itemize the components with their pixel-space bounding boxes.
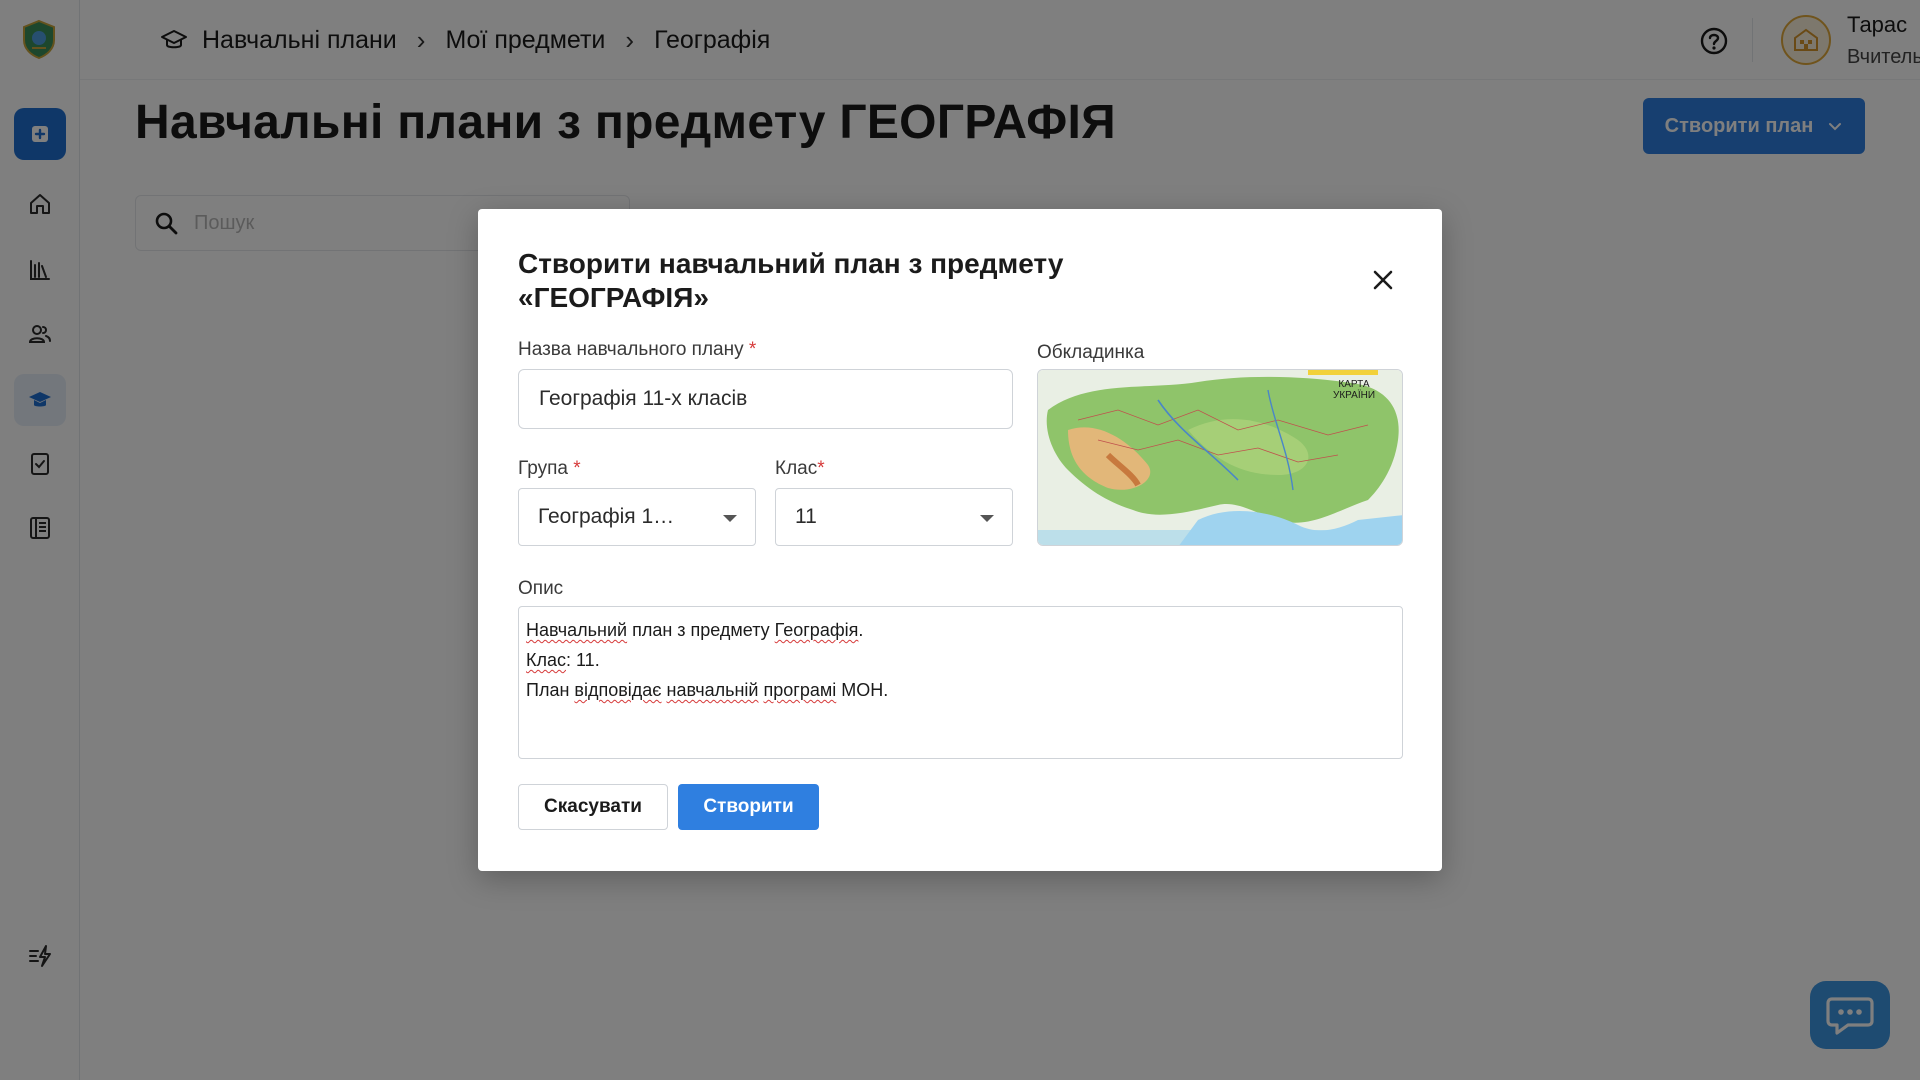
description-textarea[interactable]: Навчальний план з предмету Географія. Кл… — [518, 606, 1403, 759]
dialog-title: Створити навчальний план з предмету «ГЕО… — [518, 248, 1064, 313]
group-selected-value: Географія 1… — [538, 505, 675, 528]
ukraine-map-image: КАРТА УКРАЇНИ — [1038, 370, 1402, 545]
description-line-1: Навчальний план з предмету Географія. — [526, 620, 864, 640]
plan-name-field — [518, 369, 1013, 429]
caret-down-icon — [980, 515, 994, 522]
cover-image[interactable]: КАРТА УКРАЇНИ — [1037, 369, 1403, 546]
close-icon[interactable] — [1370, 267, 1396, 293]
group-label: Група * — [518, 458, 581, 479]
class-select[interactable]: 11 — [775, 488, 1013, 546]
description-line-2: Клас: 11. — [526, 650, 600, 670]
plan-name-input[interactable] — [539, 387, 1012, 411]
create-button[interactable]: Створити — [678, 784, 819, 830]
svg-text:УКРАЇНИ: УКРАЇНИ — [1333, 389, 1375, 401]
class-selected-value: 11 — [795, 505, 817, 528]
description-label: Опис — [518, 578, 564, 599]
plan-name-label: Назва навчального плану * — [518, 339, 757, 360]
cover-label: Обкладинка — [1037, 342, 1145, 363]
create-plan-dialog: Створити навчальний план з предмету «ГЕО… — [478, 209, 1442, 871]
group-select[interactable]: Географія 1… — [518, 488, 756, 546]
cancel-button[interactable]: Скасувати — [518, 784, 668, 830]
description-line-3: План відповідає навчальній програмі МОН. — [526, 680, 889, 700]
svg-text:КАРТА: КАРТА — [1338, 379, 1369, 390]
caret-down-icon — [723, 515, 737, 522]
class-label: Клас* — [775, 458, 825, 479]
